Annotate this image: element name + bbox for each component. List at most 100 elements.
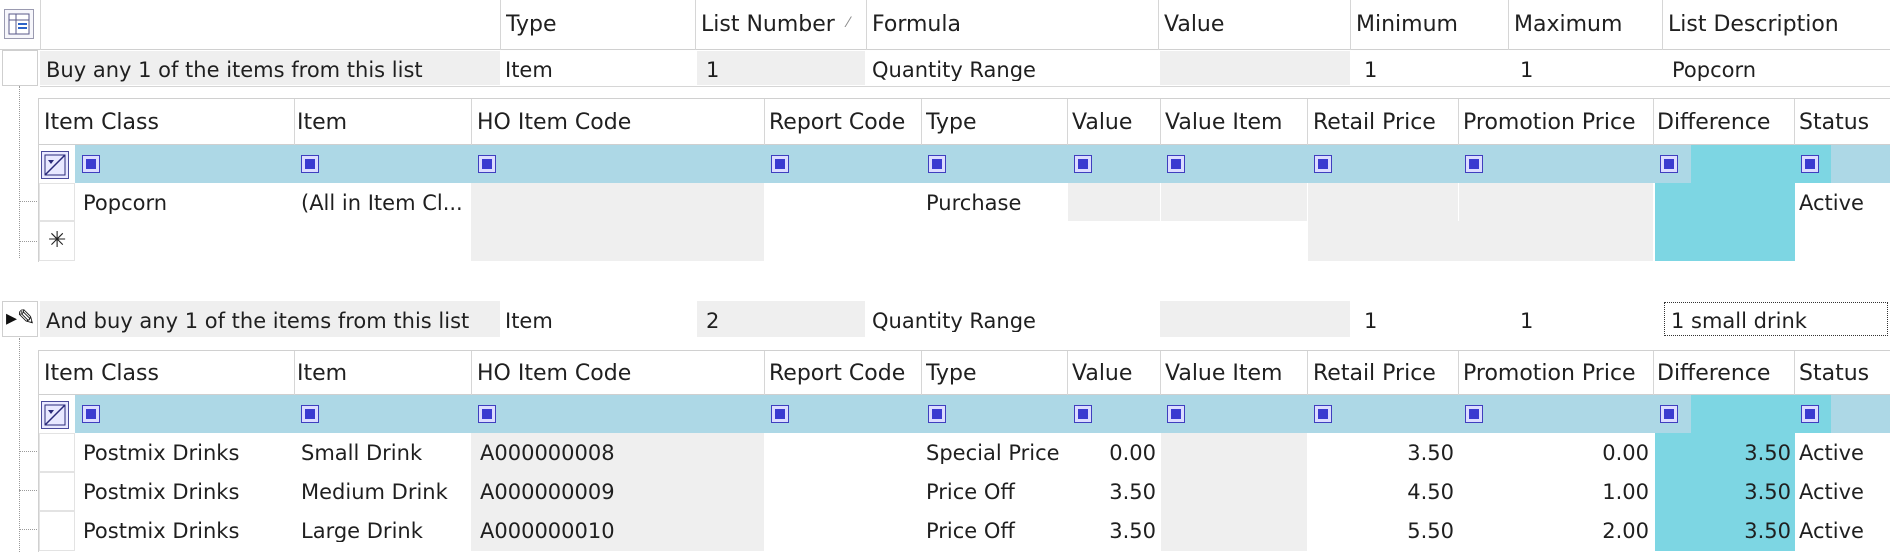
cell-value[interactable] <box>1068 183 1160 221</box>
header-list-number[interactable]: List Number ⁄ <box>701 14 861 36</box>
header-item[interactable]: Item <box>297 363 467 385</box>
filter-ho-item-code-icon[interactable] <box>478 405 496 423</box>
table-row[interactable]: Postmix Drinks Small Drink A000000008 Sp… <box>39 433 1890 472</box>
header-minimum[interactable]: Minimum <box>1356 14 1504 36</box>
filter-promotion-price-icon[interactable] <box>1465 405 1483 423</box>
cell-item-class[interactable]: Popcorn <box>83 193 288 214</box>
row-selector[interactable] <box>39 472 75 511</box>
row-selector[interactable] <box>39 511 75 551</box>
cell-value[interactable]: 3.50 <box>1068 482 1156 503</box>
filter-retail-price-icon[interactable] <box>1314 155 1332 173</box>
row-selector[interactable] <box>39 183 75 221</box>
filter-row-icon[interactable] <box>41 401 69 429</box>
filter-report-code-icon[interactable] <box>771 155 789 173</box>
filter-report-code-icon[interactable] <box>771 405 789 423</box>
header-type[interactable]: Type <box>926 112 1066 134</box>
header-ho-item-code[interactable]: HO Item Code <box>477 363 757 385</box>
cell-value[interactable]: 0.00 <box>1068 443 1156 464</box>
cell-type[interactable]: Price Off <box>926 482 1066 503</box>
cell-promotion-price[interactable] <box>1459 183 1653 221</box>
header-list-description[interactable]: List Description <box>1668 14 1888 36</box>
filter-status-icon[interactable] <box>1801 405 1819 423</box>
cell-value[interactable]: 3.50 <box>1068 521 1156 542</box>
list-row[interactable]: Buy any 1 of the items from this list It… <box>0 50 1890 87</box>
list-formula[interactable]: Quantity Range <box>872 311 1152 332</box>
row-selector[interactable] <box>2 50 38 86</box>
list-row[interactable]: ▸✎ And buy any 1 of the items from this … <box>0 300 1890 338</box>
filter-value-item-icon[interactable] <box>1167 405 1185 423</box>
header-status[interactable]: Status <box>1799 363 1889 385</box>
table-row[interactable]: Popcorn (All in Item Cl... Purchase Acti… <box>39 183 1890 221</box>
cell-type[interactable]: Price Off <box>926 521 1066 542</box>
cell-promotion-price[interactable]: 2.00 <box>1459 521 1649 542</box>
list-value[interactable] <box>1160 301 1350 337</box>
header-item-class[interactable]: Item Class <box>44 363 284 385</box>
list-minimum[interactable]: 1 <box>1364 311 1504 332</box>
cell-item[interactable]: Small Drink <box>301 443 469 464</box>
header-value-item[interactable]: Value Item <box>1165 112 1305 134</box>
cell-status[interactable]: Active <box>1799 443 1889 464</box>
row-selector[interactable]: ✳ <box>39 221 75 261</box>
header-formula[interactable]: Formula <box>872 14 1152 36</box>
header-item[interactable]: Item <box>297 112 467 134</box>
filter-value-item-icon[interactable] <box>1167 155 1185 173</box>
cell-value-item[interactable] <box>1161 511 1307 551</box>
list-minimum[interactable]: 1 <box>1364 60 1504 81</box>
header-difference[interactable]: Difference <box>1657 112 1797 134</box>
filter-status-icon[interactable] <box>1801 155 1819 173</box>
filter-item-class-icon[interactable] <box>82 155 100 173</box>
table-row[interactable]: Postmix Drinks Large Drink A000000010 Pr… <box>39 511 1890 551</box>
cell-item[interactable]: (All in Item Cl... <box>301 193 469 214</box>
list-description[interactable]: Popcorn <box>1672 60 1888 81</box>
filter-item-icon[interactable] <box>301 405 319 423</box>
header-report-code[interactable]: Report Code <box>769 363 919 385</box>
header-retail-price[interactable]: Retail Price <box>1313 112 1458 134</box>
cell-type[interactable]: Purchase <box>926 193 1066 214</box>
cell-value-item[interactable] <box>1161 433 1307 472</box>
table-row[interactable]: Postmix Drinks Medium Drink A000000009 P… <box>39 472 1890 511</box>
header-maximum[interactable]: Maximum <box>1514 14 1659 36</box>
filter-promotion-price-icon[interactable] <box>1465 155 1483 173</box>
cell-item-class[interactable]: Postmix Drinks <box>83 521 288 542</box>
filter-ho-item-code-icon[interactable] <box>478 155 496 173</box>
filter-item-class-icon[interactable] <box>82 405 100 423</box>
list-value[interactable] <box>1160 51 1350 85</box>
filter-value-icon[interactable] <box>1074 405 1092 423</box>
header-item-class[interactable]: Item Class <box>44 112 284 134</box>
column-chooser-icon[interactable] <box>4 9 34 39</box>
filter-difference-icon[interactable] <box>1660 155 1678 173</box>
list-description-input[interactable]: 1 small drink <box>1664 302 1888 336</box>
list-type[interactable]: Item <box>505 311 690 332</box>
cell-promotion-price[interactable]: 0.00 <box>1459 443 1649 464</box>
header-ho-item-code[interactable]: HO Item Code <box>477 112 757 134</box>
cell-item-class[interactable]: Postmix Drinks <box>83 443 288 464</box>
header-promotion-price[interactable]: Promotion Price <box>1463 112 1653 134</box>
row-selector[interactable]: ▸✎ <box>2 301 38 337</box>
list-maximum[interactable]: 1 <box>1520 311 1660 332</box>
header-value[interactable]: Value <box>1072 112 1162 134</box>
filter-row-icon[interactable] <box>41 151 69 179</box>
header-status[interactable]: Status <box>1799 112 1889 134</box>
cell-promotion-price[interactable]: 1.00 <box>1459 482 1649 503</box>
cell-type[interactable]: Special Price <box>926 443 1066 464</box>
header-promotion-price[interactable]: Promotion Price <box>1463 363 1653 385</box>
header-value[interactable]: Value <box>1072 363 1162 385</box>
header-type[interactable]: Type <box>926 363 1066 385</box>
header-value-item[interactable]: Value Item <box>1165 363 1305 385</box>
cell-status[interactable]: Active <box>1799 193 1889 214</box>
header-retail-price[interactable]: Retail Price <box>1313 363 1458 385</box>
new-row[interactable]: ✳ <box>39 221 1890 261</box>
list-formula[interactable]: Quantity Range <box>872 60 1152 81</box>
cell-value-item[interactable] <box>1161 183 1307 221</box>
filter-item-icon[interactable] <box>301 155 319 173</box>
row-selector[interactable] <box>39 433 75 472</box>
filter-row[interactable] <box>75 395 1890 433</box>
filter-value-icon[interactable] <box>1074 155 1092 173</box>
filter-type-icon[interactable] <box>928 405 946 423</box>
filter-difference-icon[interactable] <box>1660 405 1678 423</box>
filter-type-icon[interactable] <box>928 155 946 173</box>
header-value[interactable]: Value <box>1164 14 1344 36</box>
list-maximum[interactable]: 1 <box>1520 60 1660 81</box>
header-type[interactable]: Type <box>506 14 691 36</box>
cell-item[interactable]: Large Drink <box>301 521 469 542</box>
